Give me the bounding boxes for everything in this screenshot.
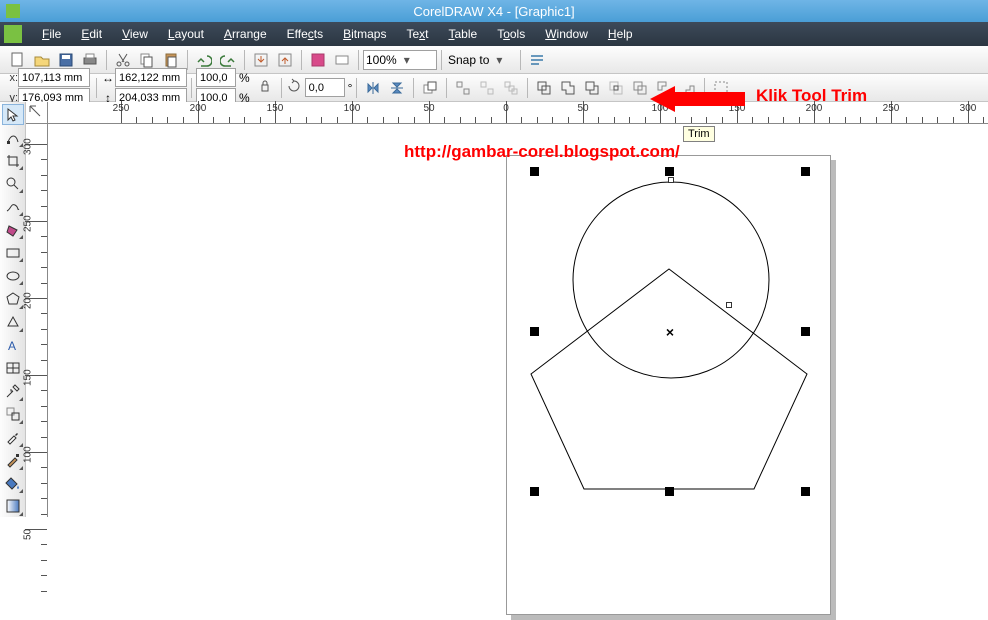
new-button[interactable] <box>7 49 29 71</box>
print-button[interactable] <box>79 49 101 71</box>
menu-file[interactable]: File <box>32 27 71 41</box>
rectangle-tool[interactable] <box>2 242 24 263</box>
zoom-combo[interactable]: 100% ▾ <box>363 50 437 70</box>
snap-label: Snap to <box>448 53 489 67</box>
redo-button[interactable] <box>217 49 239 71</box>
fill-tool[interactable] <box>2 473 24 494</box>
percent-label: % <box>239 71 250 85</box>
outline-tool[interactable] <box>2 450 24 471</box>
options-button[interactable] <box>526 49 548 71</box>
ruler-origin[interactable] <box>26 102 48 124</box>
app-launcher-button[interactable] <box>307 49 329 71</box>
mirror-v-button[interactable] <box>386 77 408 99</box>
rotation-input[interactable] <box>305 78 345 97</box>
to-front-button[interactable] <box>419 77 441 99</box>
table-tool[interactable] <box>2 358 24 379</box>
shape-tool[interactable] <box>2 127 24 148</box>
crop-tool[interactable] <box>2 150 24 171</box>
trim-tooltip: Trim <box>683 126 715 142</box>
menu-effects[interactable]: Effects <box>277 27 333 41</box>
corel-icon <box>4 25 22 43</box>
import-button[interactable] <box>250 49 272 71</box>
selection-handle[interactable] <box>665 487 674 496</box>
welcome-button[interactable] <box>331 49 353 71</box>
selection-handle[interactable] <box>530 167 539 176</box>
canvas-area[interactable]: 25020015010050050100150200250300 3002502… <box>26 102 988 517</box>
annotation-trim-label: Klik Tool Trim <box>756 86 867 106</box>
dimension-tool[interactable] <box>2 381 24 402</box>
pick-tool[interactable] <box>2 104 24 125</box>
menu-window[interactable]: Window <box>535 27 598 41</box>
zoom-tool[interactable] <box>2 173 24 194</box>
menu-arrange[interactable]: Arrange <box>214 27 277 41</box>
basic-shapes-tool[interactable] <box>2 312 24 333</box>
trim-button[interactable] <box>581 77 603 99</box>
degree-label: ° <box>348 81 353 95</box>
open-button[interactable] <box>31 49 53 71</box>
save-button[interactable] <box>55 49 77 71</box>
shape-pentagon[interactable] <box>524 264 814 494</box>
menu-help[interactable]: Help <box>598 27 643 41</box>
menu-layout[interactable]: Layout <box>158 27 214 41</box>
menu-edit[interactable]: Edit <box>71 27 112 41</box>
zoom-value: 100% <box>366 53 397 67</box>
ungroup-all-button[interactable] <box>500 77 522 99</box>
undo-button[interactable] <box>193 49 215 71</box>
scale-x-input[interactable] <box>196 68 236 87</box>
menu-bitmaps[interactable]: Bitmaps <box>333 27 396 41</box>
group-button[interactable] <box>476 77 498 99</box>
copy-button[interactable] <box>136 49 158 71</box>
width-input[interactable] <box>115 68 187 87</box>
cut-button[interactable] <box>112 49 134 71</box>
interactive-tool[interactable] <box>2 404 24 425</box>
combine-button[interactable] <box>533 77 555 99</box>
menu-text[interactable]: Text <box>396 27 438 41</box>
paste-button[interactable] <box>160 49 182 71</box>
window-title: CorelDRAW X4 - [Graphic1] <box>413 4 574 19</box>
menu-tools[interactable]: Tools <box>487 27 535 41</box>
x-label: x: <box>4 72 18 84</box>
lock-ratio-button[interactable] <box>254 77 276 99</box>
ellipse-tool[interactable] <box>2 265 24 286</box>
chevron-down-icon: ▾ <box>493 53 505 67</box>
vertical-ruler[interactable]: 30025020015010050 <box>26 124 48 517</box>
weld-button[interactable] <box>557 77 579 99</box>
selection-handle[interactable] <box>665 167 674 176</box>
mirror-h-button[interactable] <box>362 77 384 99</box>
menu-table[interactable]: Table <box>439 27 488 41</box>
export-button[interactable] <box>274 49 296 71</box>
eyedropper-tool[interactable] <box>2 427 24 448</box>
node-marker[interactable] <box>668 177 674 183</box>
rotate-icon <box>286 78 302 97</box>
ungroup-button[interactable] <box>452 77 474 99</box>
node-marker[interactable] <box>726 302 732 308</box>
width-icon: ↔ <box>101 71 115 85</box>
simplify-button[interactable] <box>629 77 651 99</box>
menu-view[interactable]: View <box>112 27 158 41</box>
x-input[interactable] <box>18 68 90 87</box>
interactive-fill-tool[interactable] <box>2 496 24 517</box>
title-bar: CorelDRAW X4 - [Graphic1] <box>0 0 988 22</box>
polygon-tool[interactable] <box>2 288 24 309</box>
freehand-tool[interactable] <box>2 196 24 217</box>
chevron-down-icon: ▾ <box>401 53 413 67</box>
annotation-url-label: http://gambar-corel.blogspot.com/ <box>404 142 680 162</box>
app-icon <box>6 4 20 18</box>
annotation-arrow-icon <box>650 84 750 114</box>
selection-center-icon: × <box>666 324 674 340</box>
text-tool[interactable]: A <box>2 335 24 356</box>
selection-handle[interactable] <box>530 327 539 336</box>
svg-text:A: A <box>8 339 16 353</box>
selection-handle[interactable] <box>801 167 810 176</box>
selection-handle[interactable] <box>801 487 810 496</box>
smart-fill-tool[interactable] <box>2 219 24 240</box>
menu-bar: File Edit View Layout Arrange Effects Bi… <box>0 22 988 46</box>
selection-handle[interactable] <box>530 487 539 496</box>
intersect-button[interactable] <box>605 77 627 99</box>
selection-handle[interactable] <box>801 327 810 336</box>
snap-combo[interactable]: Snap to ▾ <box>446 50 516 70</box>
